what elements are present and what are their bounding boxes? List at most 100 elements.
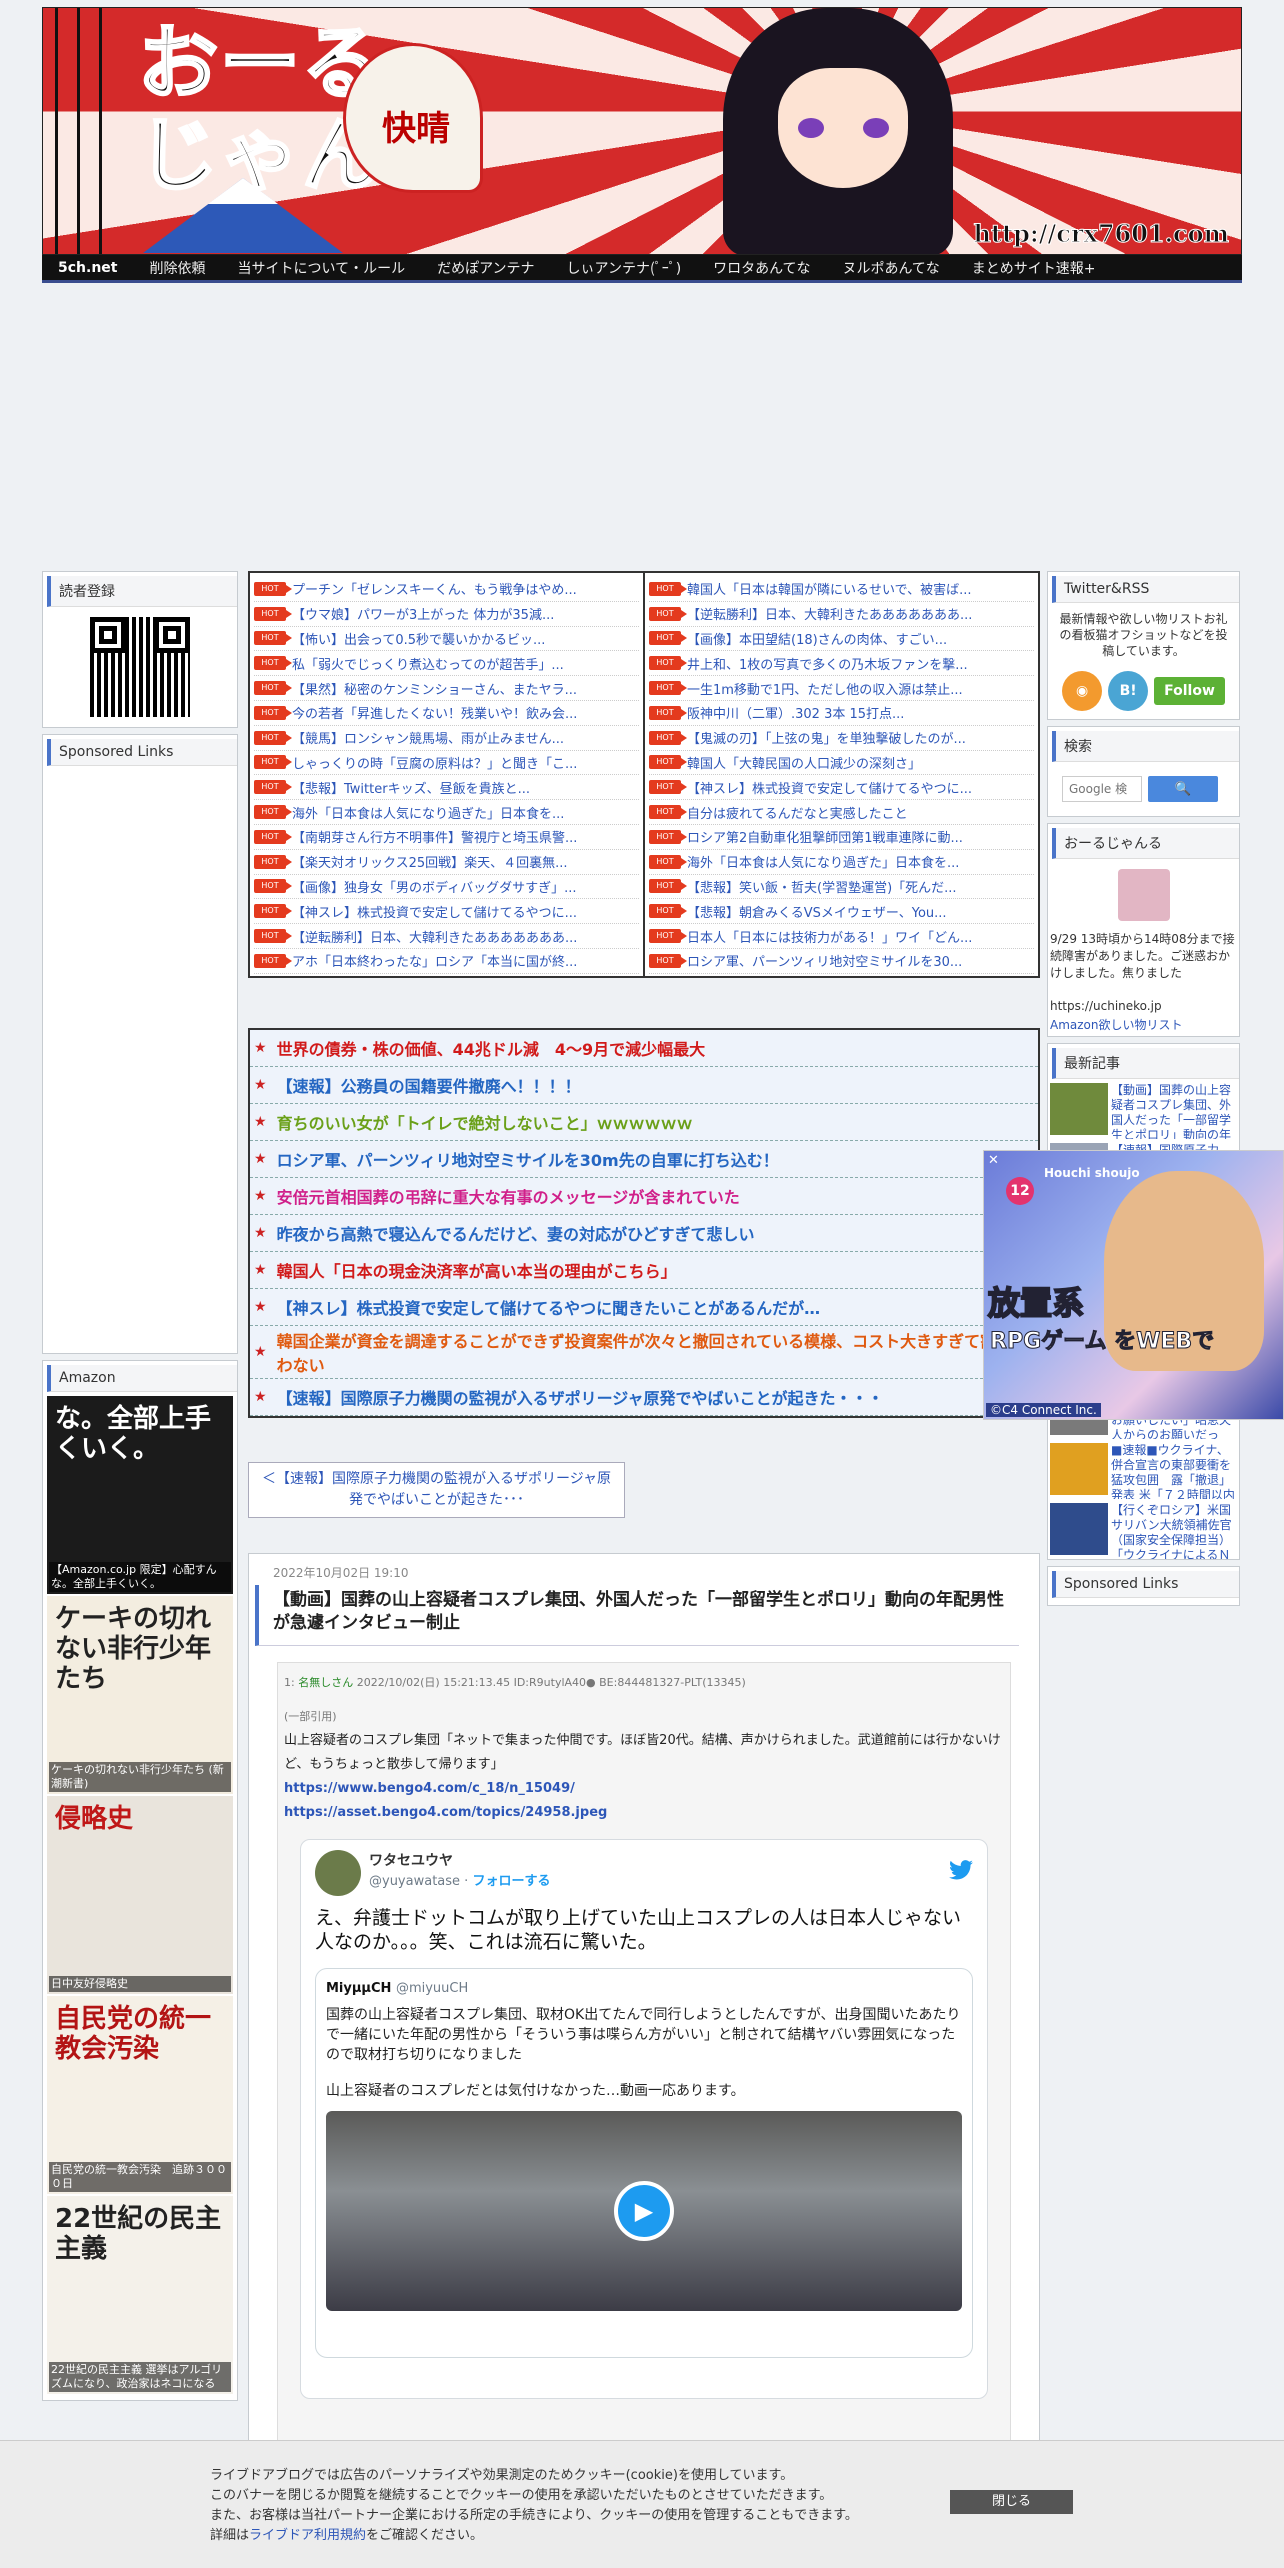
- tweet-avatar[interactable]: [315, 1850, 361, 1896]
- site-banner[interactable]: おーる じゃんる 快晴 http://crx7601.com: [42, 7, 1242, 255]
- rss-item-title[interactable]: ロシア第2自動車化狙撃師団第1戦車連隊に動...: [687, 827, 963, 846]
- headline-item[interactable]: ★ 【速報】公務員の国籍要件撤廃へ！！！！: [250, 1067, 1038, 1104]
- amazon-book-cover[interactable]: 自民党の統一教会汚染 自民党の統一教会汚染 追跡３０００日: [47, 1996, 233, 2196]
- headline-text[interactable]: 【速報】公務員の国籍要件撤廃へ！！！！: [277, 1073, 581, 1097]
- rss-item-title[interactable]: プーチン「ゼレンスキーくん、もう戦争はやめ...: [292, 579, 577, 598]
- quoted-tweet[interactable]: MiyμμCH @miyuuCH 国葬の山上容疑者コスプレ集団、取材OK出てたん…: [315, 1968, 973, 2358]
- rss-item[interactable]: HOT 【ウマ娘】パワーが3上がった 体力が35減...: [254, 602, 639, 627]
- nav-5ch[interactable]: 5ch.net: [42, 260, 133, 276]
- rss-item[interactable]: HOT 海外「日本食は人気になり過ぎた」日本食を...: [649, 850, 1034, 875]
- recent-thumbnail[interactable]: [1050, 1503, 1108, 1555]
- rss-item[interactable]: HOT 今の若者「昇進したくない！残業いや！飲み会...: [254, 701, 639, 726]
- rss-item[interactable]: HOT 日本人「日本には技術力がある！」ワイ「どん...: [649, 924, 1034, 949]
- nav-matome-sokuhou[interactable]: まとめサイト速報+: [956, 258, 1112, 278]
- play-icon[interactable]: ▶: [614, 2181, 674, 2241]
- nav-nurupo-antenna[interactable]: ヌルポあんてな: [826, 258, 955, 278]
- rss-item-title[interactable]: 一生1m移動で1円、ただし他の収入源は禁止...: [687, 679, 963, 698]
- rss-item[interactable]: HOT 韓国人「日本は韓国が隣にいるせいで、被害ば...: [649, 577, 1034, 602]
- headline-item[interactable]: ★ 【速報】国際原子力機関の監視が入るザポリージャ原発でやばいことが起きた・・・: [250, 1379, 1038, 1416]
- rss-item[interactable]: HOT 阪神中川（二軍）.302 3本 15打点...: [649, 701, 1034, 726]
- headline-text[interactable]: 【速報】国際原子力機関の監視が入るザポリージャ原発でやばいことが起きた・・・: [277, 1385, 884, 1409]
- rss-icon[interactable]: ◉: [1062, 671, 1103, 711]
- rss-item-title[interactable]: 韓国人「日本は韓国が隣にいるせいで、被害ば...: [687, 579, 972, 598]
- rss-item-title[interactable]: 韓国人「大韓民国の人口減少の深刻さ」: [687, 753, 921, 772]
- headline-text[interactable]: ロシア軍、パーンツィリ地対空ミサイルを30m先の自軍に打ち込む！: [277, 1147, 779, 1171]
- headline-text[interactable]: 安倍元首相国葬の弔辞に重大な有事のメッセージが含まれていた: [277, 1184, 740, 1208]
- rss-item[interactable]: HOT 【競馬】ロンシャン競馬場、雨が止みません...: [254, 726, 639, 751]
- follow-button[interactable]: Follow: [1154, 677, 1225, 705]
- tweet-follow-button[interactable]: フォローする: [472, 1874, 550, 1889]
- nav-warota-antenna[interactable]: ワロタあんてな: [697, 258, 826, 278]
- rss-item[interactable]: HOT 【画像】独身女「男のボディバッグダサすぎ」...: [254, 875, 639, 900]
- twitter-bird-icon[interactable]: [949, 1860, 973, 1886]
- amazon-book-cover[interactable]: 22世紀の民主主義 22世紀の民主主義 選挙はアルゴリズムになり、政治家はネコにな…: [47, 2196, 233, 2396]
- nav-damepo-antenna[interactable]: だめぽアンテナ: [421, 258, 550, 278]
- source-link-2[interactable]: https://asset.bengo4.com/topics/24958.jp…: [284, 1801, 1004, 1825]
- recent-thumbnail[interactable]: [1050, 1083, 1108, 1135]
- rss-item-title[interactable]: 【果然】秘密のケンミンショーさん、またヤラ...: [292, 679, 577, 698]
- headline-item[interactable]: ★ 安倍元首相国葬の弔辞に重大な有事のメッセージが含まれていた: [250, 1178, 1038, 1215]
- rss-item-title[interactable]: 【競馬】ロンシャン競馬場、雨が止みません...: [292, 728, 564, 747]
- rss-item[interactable]: HOT 【神スレ】株式投資で安定して儲けてるやつに...: [254, 899, 639, 925]
- nav-shii-antenna[interactable]: しぃアンテナ(ﾟｰﾟ): [551, 258, 698, 278]
- rss-item[interactable]: HOT 韓国人「大韓民国の人口減少の深刻さ」: [649, 751, 1034, 776]
- search-button[interactable]: 🔍: [1148, 776, 1218, 802]
- rss-item[interactable]: HOT 一生1m移動で1円、ただし他の収入源は禁止...: [649, 676, 1034, 701]
- rss-item-title[interactable]: 【楽天対オリックス25回戦】楽天、４回裏無...: [292, 852, 568, 871]
- prev-article-link[interactable]: ＜【速報】国際原子力機関の監視が入るザポリージャ原発でやばいことが起きた･･･: [248, 1462, 625, 1518]
- rss-item[interactable]: HOT 井上和、1枚の写真で多くの乃木坂ファンを撃...: [649, 651, 1034, 677]
- rss-item[interactable]: HOT 【悲報】Twitterキッズ、昼飯を貴族と...: [254, 775, 639, 801]
- rss-item-title[interactable]: 阪神中川（二軍）.302 3本 15打点...: [687, 703, 904, 722]
- rss-item-title[interactable]: アホ「日本終わったな」ロシア「本当に国が終...: [292, 951, 577, 970]
- qr-code[interactable]: [90, 617, 190, 717]
- recent-article-title[interactable]: 【行くぞロシア】米国サリバン大統領補佐官（国家安全保障担当）「ウクライナによるＮ…: [1111, 1503, 1237, 1559]
- rss-item[interactable]: HOT 【逆転勝利】日本、大韓利きたあああああああ...: [649, 602, 1034, 627]
- recent-article[interactable]: ■速報■ウクライナ、併合宣言の東部要衝を猛攻包囲 露「撤退」発表 米「７２時間以…: [1048, 1439, 1239, 1499]
- rss-item[interactable]: HOT 【画像】本田望結(18)さんの肉体、すごい...: [649, 627, 1034, 652]
- terms-link[interactable]: ライブドア利用規約: [249, 2528, 366, 2543]
- floating-game-ad[interactable]: ✕ 12 Houchi shoujo 放置系 RPGゲーム をWEBで ©C4 …: [983, 1150, 1284, 1420]
- nav-delete-request[interactable]: 削除依頼: [133, 258, 221, 278]
- search-input[interactable]: [1062, 776, 1142, 802]
- rss-item[interactable]: HOT 【神スレ】株式投資で安定して儲けてるやつに...: [649, 775, 1034, 801]
- video-thumbnail[interactable]: ▶: [326, 2111, 962, 2311]
- rss-item-title[interactable]: 【ウマ娘】パワーが3上がった 体力が35減...: [292, 604, 554, 623]
- rss-item-title[interactable]: 日本人「日本には技術力がある！」ワイ「どん...: [687, 927, 972, 946]
- rss-item[interactable]: HOT 【悲報】笑い飯・哲夫(学習塾運営)「死んだ...: [649, 875, 1034, 900]
- headline-text[interactable]: 【神スレ】株式投資で安定して儲けてるやつに聞きたいことがあるんだが…: [277, 1295, 821, 1319]
- rss-item-title[interactable]: 【悲報】Twitterキッズ、昼飯を貴族と...: [292, 778, 530, 797]
- amazon-book-cover[interactable]: 侵略史 日中友好侵略史: [47, 1796, 233, 1996]
- recent-article-title[interactable]: ■速報■ウクライナ、併合宣言の東部要衝を猛攻包囲 露「撤退」発表 米「７２時間以…: [1111, 1443, 1237, 1499]
- rss-item-title[interactable]: 【悲報】朝倉みくるVSメイウェザー、You...: [687, 902, 947, 921]
- rss-item[interactable]: HOT 【南朝芽さん行方不明事件】警視庁と埼玉県警...: [254, 825, 639, 850]
- rss-item[interactable]: HOT 【楽天対オリックス25回戦】楽天、４回裏無...: [254, 850, 639, 875]
- recent-article[interactable]: 【行くぞロシア】米国サリバン大統領補佐官（国家安全保障担当）「ウクライナによるＮ…: [1048, 1499, 1239, 1559]
- amazon-book-cover[interactable]: な。全部上手くいく。 【Amazon.co.jp 限定】心配すんな。全部上手くいく…: [47, 1396, 233, 1596]
- rss-item-title[interactable]: 海外「日本食は人気になり過ぎた」日本食を...: [292, 803, 564, 822]
- rss-item-title[interactable]: 私「弱火でじっくり煮込むってのが超苦手」...: [292, 654, 564, 673]
- rss-item[interactable]: HOT 【悲報】朝倉みくるVSメイウェザー、You...: [649, 899, 1034, 925]
- rss-item-title[interactable]: しゃっくりの時「豆腐の原料は？」と聞き「こ...: [292, 753, 577, 772]
- embedded-tweet[interactable]: ワタセユウヤ @yuyawatase · フォローする え、弁護士ドットコムが取…: [300, 1839, 988, 2399]
- rss-item[interactable]: HOT しゃっくりの時「豆腐の原料は？」と聞き「こ...: [254, 751, 639, 776]
- headline-text[interactable]: 韓国人「日本の現金決済率が高い本当の理由がこちら」: [277, 1258, 677, 1282]
- headline-item[interactable]: ★ 韓国企業が資金を調達することができず投資案件が次々と撤回されている模様、コスト…: [250, 1326, 1038, 1379]
- rss-item[interactable]: HOT ロシア第2自動車化狙撃師団第1戦車連隊に動...: [649, 825, 1034, 850]
- rss-item-title[interactable]: 【神スレ】株式投資で安定して儲けてるやつに...: [292, 902, 577, 921]
- headline-item[interactable]: ★ 世界の債券・株の価値、44兆ドル減 4～9月で減少幅最大: [250, 1030, 1038, 1067]
- rss-item-title[interactable]: 【南朝芽さん行方不明事件】警視庁と埼玉県警...: [292, 827, 577, 846]
- rss-item-title[interactable]: 【鬼滅の刃】「上弦の鬼」を単独撃破したのが...: [687, 728, 966, 747]
- recent-article-title[interactable]: 【動画】国葬の山上容疑者コスプレ集団、外国人だった「一部留学生とポロリ」動向の年…: [1111, 1083, 1237, 1139]
- article-title[interactable]: 【動画】国葬の山上容疑者コスプレ集団、外国人だった「一部留学生とポロリ」動向の年…: [255, 1585, 1019, 1646]
- rss-item-title[interactable]: 今の若者「昇進したくない！残業いや！飲み会...: [292, 703, 577, 722]
- rss-item[interactable]: HOT 【怖い】出会って0.5秒で襲いかかるビッ...: [254, 627, 639, 652]
- headline-item[interactable]: ★ 【神スレ】株式投資で安定して儲けてるやつに聞きたいことがあるんだが…: [250, 1289, 1038, 1326]
- recent-article[interactable]: 【動画】国葬の山上容疑者コスプレ集団、外国人だった「一部留学生とポロリ」動向の年…: [1048, 1079, 1239, 1139]
- rss-item-title[interactable]: 【神スレ】株式投資で安定して儲けてるやつに...: [687, 778, 972, 797]
- rss-item[interactable]: HOT ロシア軍、パーンツィリ地対空ミサイルを30...: [649, 949, 1034, 974]
- headline-item[interactable]: ★ 育ちのいい女が「トイレで絶対しないこと」ｗｗｗｗｗｗ: [250, 1104, 1038, 1141]
- headline-item[interactable]: ★ 韓国人「日本の現金決済率が高い本当の理由がこちら」: [250, 1252, 1038, 1289]
- recent-thumbnail[interactable]: [1050, 1443, 1108, 1495]
- hatena-icon[interactable]: B!: [1108, 671, 1149, 711]
- rss-item-title[interactable]: 海外「日本食は人気になり過ぎた」日本食を...: [687, 852, 959, 871]
